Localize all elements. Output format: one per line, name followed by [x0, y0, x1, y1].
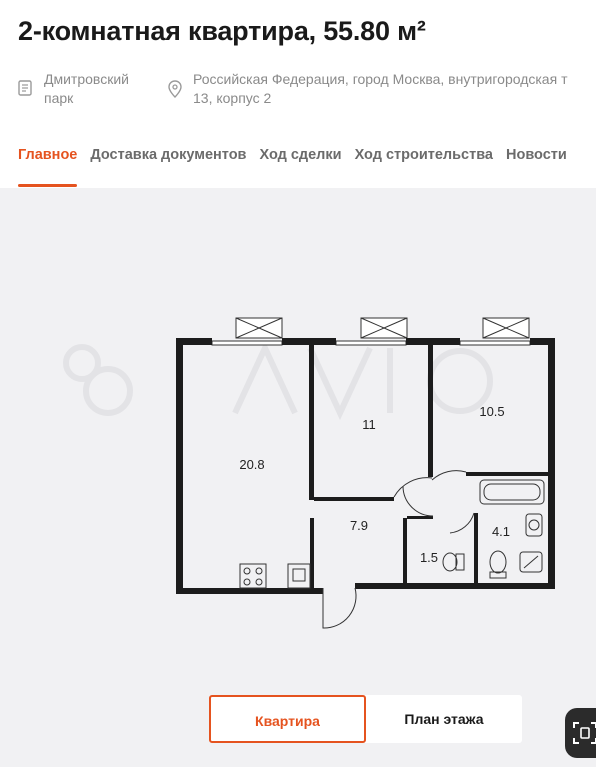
tab-deal-progress[interactable]: Ход сделки	[259, 147, 341, 187]
room-area-bedroom-1: 11	[362, 417, 376, 432]
room-area-living: 20.8	[239, 457, 264, 472]
plan-view-switcher: Квартира План этажа	[209, 695, 522, 743]
room-area-wc: 1.5	[420, 550, 438, 565]
floor-plan: 20.8 11 10.5 7.9 1.5 4.1	[176, 317, 555, 629]
residential-complex-name[interactable]: Дмитровский парк	[44, 70, 154, 108]
document-icon	[18, 80, 32, 96]
walls	[176, 338, 555, 594]
tab-news[interactable]: Новости	[506, 147, 567, 187]
room-area-bedroom-2: 10.5	[479, 404, 504, 419]
listing-header: 2-комнатная квартира, 55.80 м² Дмитровск…	[0, 0, 596, 187]
room-area-hall: 7.9	[350, 518, 368, 533]
tab-documents-delivery[interactable]: Доставка документов	[90, 147, 246, 187]
location-pin-icon	[168, 80, 182, 98]
scan-button[interactable]	[565, 708, 596, 758]
tab-main[interactable]: Главное	[18, 147, 78, 187]
apartment-plan-button[interactable]: Квартира	[209, 695, 366, 743]
floor-plan-viewer: 20.8 11 10.5 7.9 1.5 4.1 Квартира План э…	[0, 188, 596, 767]
tab-construction-progress[interactable]: Ход строительства	[355, 147, 493, 187]
address: Российская Федерация, город Москва, внут…	[193, 70, 596, 108]
room-area-bathroom: 4.1	[492, 524, 510, 539]
fixtures	[239, 479, 545, 589]
window-marks	[211, 317, 531, 346]
scan-icon	[573, 722, 596, 744]
address-line-1: Российская Федерация, город Москва, внут…	[193, 71, 568, 87]
listing-title: 2-комнатная квартира, 55.80 м²	[18, 16, 426, 46]
floor-plan-button[interactable]: План этажа	[366, 695, 522, 743]
doors	[322, 470, 475, 629]
tab-bar: Главное Доставка документов Ход сделки Ход …	[18, 146, 580, 187]
address-line-2: 13, корпус 2	[193, 90, 272, 106]
